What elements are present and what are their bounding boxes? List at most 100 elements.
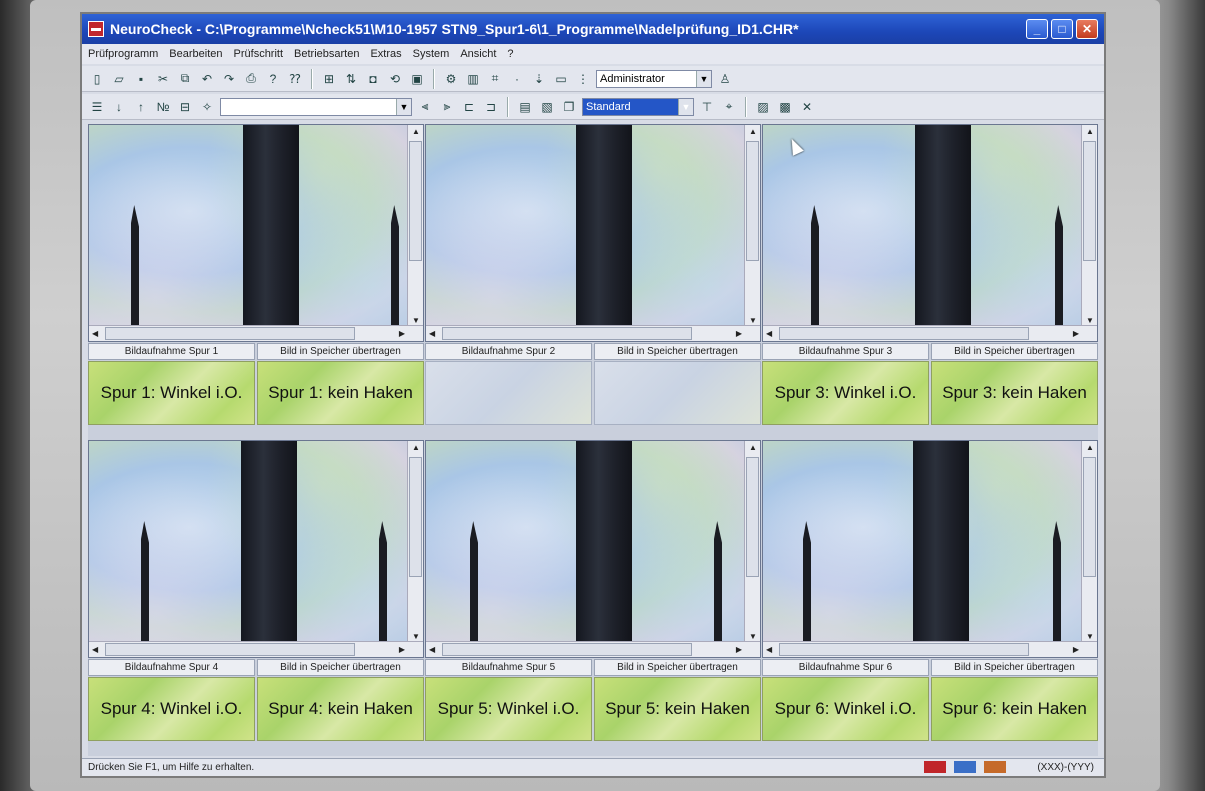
horizontal-scrollbar[interactable]: ◀ ▶ (763, 325, 1097, 341)
camera-view-5[interactable]: ▲ ▼ ◀ ▶ (425, 440, 761, 658)
numbering-icon[interactable]: № (154, 98, 172, 116)
camera-view-2[interactable]: ▲ ▼ ◀ ▶ (425, 124, 761, 342)
insert-step-icon[interactable]: ⊞ (320, 70, 338, 88)
horizontal-scrollbar[interactable]: ◀ ▶ (763, 641, 1097, 657)
split-icon[interactable]: ⊏ (460, 98, 478, 116)
new-file-icon[interactable]: ▯ (88, 70, 106, 88)
vertical-scrollbar[interactable]: ▲ ▼ (744, 125, 760, 327)
neurocheck-app-icon (88, 21, 104, 37)
needle-tip-right (1053, 521, 1061, 641)
monitor-icon[interactable]: ▭ (552, 70, 570, 88)
capture-button-3[interactable]: Bildaufnahme Spur 3 (762, 343, 929, 360)
menu-pruefschritt[interactable]: Prüfschritt (234, 48, 284, 60)
settings-icon[interactable]: ⚙ (442, 70, 460, 88)
needle-shaft (576, 125, 632, 330)
save-icon[interactable]: ▪ (132, 70, 150, 88)
capture-button-2[interactable]: Bildaufnahme Spur 2 (425, 343, 592, 360)
network-icon[interactable]: ⌗ (486, 70, 504, 88)
wizard-icon[interactable]: ✧ (198, 98, 216, 116)
store-image-button-6[interactable]: Bild in Speicher übertragen (931, 659, 1098, 676)
list-icon[interactable]: ☰ (88, 98, 106, 116)
camera-icon[interactable]: ◘ (364, 70, 382, 88)
window-add-icon[interactable]: ▤ (516, 98, 534, 116)
store-image-button-4[interactable]: Bild in Speicher übertragen (257, 659, 424, 676)
chevron-down-icon[interactable]: ▼ (696, 70, 711, 87)
move-up-icon[interactable]: ↑ (132, 98, 150, 116)
arrow-down-icon[interactable]: ⇣ (530, 70, 548, 88)
merge-icon[interactable]: ⊐ (482, 98, 500, 116)
needle-tip-left (141, 521, 149, 641)
store-image-button-3[interactable]: Bild in Speicher übertragen (931, 343, 1098, 360)
menu-system[interactable]: System (413, 48, 450, 60)
level-icon[interactable]: ⋮ (574, 70, 592, 88)
capture-button-1[interactable]: Bildaufnahme Spur 1 (88, 343, 255, 360)
vertical-scrollbar[interactable]: ▲ ▼ (744, 441, 760, 643)
vertical-scrollbar[interactable]: ▲ ▼ (407, 125, 423, 327)
context-help-icon[interactable]: ⁇ (286, 70, 304, 88)
align-right-icon[interactable]: ⫸ (438, 98, 456, 116)
camera-view-4[interactable]: ▲ ▼ ◀ ▶ (88, 440, 424, 658)
hook-result-2 (594, 361, 761, 425)
redo-icon[interactable]: ↷ (220, 70, 238, 88)
print-icon[interactable]: ⎙ (242, 70, 260, 88)
run-step-icon[interactable]: ▣ (408, 70, 426, 88)
maximize-button[interactable]: □ (1051, 19, 1073, 39)
menu-help[interactable]: ? (507, 48, 513, 60)
horizontal-scrollbar[interactable]: ◀ ▶ (426, 325, 760, 341)
user-level-value: Administrator (600, 72, 665, 85)
cut-icon[interactable]: ✂ (154, 70, 172, 88)
menu-pruefprogramm[interactable]: Prüfprogramm (88, 48, 158, 60)
step-select[interactable]: ▼ (220, 97, 412, 116)
open-folder-icon[interactable]: ▱ (110, 70, 128, 88)
menu-ansicht[interactable]: Ansicht (460, 48, 496, 60)
view-new-icon[interactable]: ▨ (754, 98, 772, 116)
close-button[interactable]: ✕ (1076, 19, 1098, 39)
grid-icon[interactable]: ▥ (464, 70, 482, 88)
vertical-scrollbar[interactable]: ▲ ▼ (1081, 125, 1097, 327)
view-copy-icon[interactable]: ▩ (776, 98, 794, 116)
layout-select[interactable]: Standard ▼ (582, 97, 694, 116)
capture-button-5[interactable]: Bildaufnahme Spur 5 (425, 659, 592, 676)
needle-shaft (243, 125, 299, 330)
capture-button-6[interactable]: Bildaufnahme Spur 6 (762, 659, 929, 676)
capture-button-4[interactable]: Bildaufnahme Spur 4 (88, 659, 255, 676)
chevron-down-icon[interactable]: ▼ (396, 98, 411, 115)
view-delete-icon[interactable]: ✕ (798, 98, 816, 116)
dot-icon[interactable]: · (508, 70, 526, 88)
main-toolbar: ▯ ▱ ▪ ✂ ⧉ ↶ ↷ ⎙ ? ⁇ ⊞ ⇅ ◘ ⟲ ▣ ⚙ ▥ ⌗ · ⇣ … (82, 66, 1104, 92)
menu-extras[interactable]: Extras (370, 48, 401, 60)
copy-icon[interactable]: ⧉ (176, 70, 194, 88)
layout-fit-icon[interactable]: ⌖ (720, 98, 738, 116)
align-left-icon[interactable]: ⫷ (416, 98, 434, 116)
camera-view-3[interactable]: ▲ ▼ ◀ ▶ (762, 124, 1098, 342)
store-image-button-2[interactable]: Bild in Speicher übertragen (594, 343, 761, 360)
minimize-button[interactable]: _ (1026, 19, 1048, 39)
hook-result-4: Spur 4: kein Haken (257, 677, 424, 741)
menu-bearbeiten[interactable]: Bearbeiten (169, 48, 222, 60)
vertical-scrollbar[interactable]: ▲ ▼ (1081, 441, 1097, 643)
layout-edit-icon[interactable]: ⊤ (698, 98, 716, 116)
horizontal-scrollbar[interactable]: ◀ ▶ (89, 325, 423, 341)
sort-icon[interactable]: ⇅ (342, 70, 360, 88)
menu-betriebsarten[interactable]: Betriebsarten (294, 48, 359, 60)
horizontal-scrollbar[interactable]: ◀ ▶ (89, 641, 423, 657)
user-level-select[interactable]: Administrator ▼ (596, 69, 712, 88)
camera-view-6[interactable]: ▲ ▼ ◀ ▶ (762, 440, 1098, 658)
store-image-button-5[interactable]: Bild in Speicher übertragen (594, 659, 761, 676)
user-icon[interactable]: ♙ (716, 70, 734, 88)
chevron-down-icon[interactable]: ▼ (678, 98, 693, 115)
window-remove-icon[interactable]: ▧ (538, 98, 556, 116)
plc-status-icon (984, 761, 1006, 773)
move-down-icon[interactable]: ↓ (110, 98, 128, 116)
undo-icon[interactable]: ↶ (198, 70, 216, 88)
window-cascade-icon[interactable]: ❐ (560, 98, 578, 116)
camera-view-1[interactable]: ▲ ▼ ◀ ▶ (88, 124, 424, 342)
application-window: NeuroCheck - C:\Programme\Ncheck51\M10-1… (82, 14, 1104, 776)
angle-result-2 (425, 361, 592, 425)
run-loop-icon[interactable]: ⟲ (386, 70, 404, 88)
vertical-scrollbar[interactable]: ▲ ▼ (407, 441, 423, 643)
tree-icon[interactable]: ⊟ (176, 98, 194, 116)
help-icon[interactable]: ? (264, 70, 282, 88)
store-image-button-1[interactable]: Bild in Speicher übertragen (257, 343, 424, 360)
horizontal-scrollbar[interactable]: ◀ ▶ (426, 641, 760, 657)
